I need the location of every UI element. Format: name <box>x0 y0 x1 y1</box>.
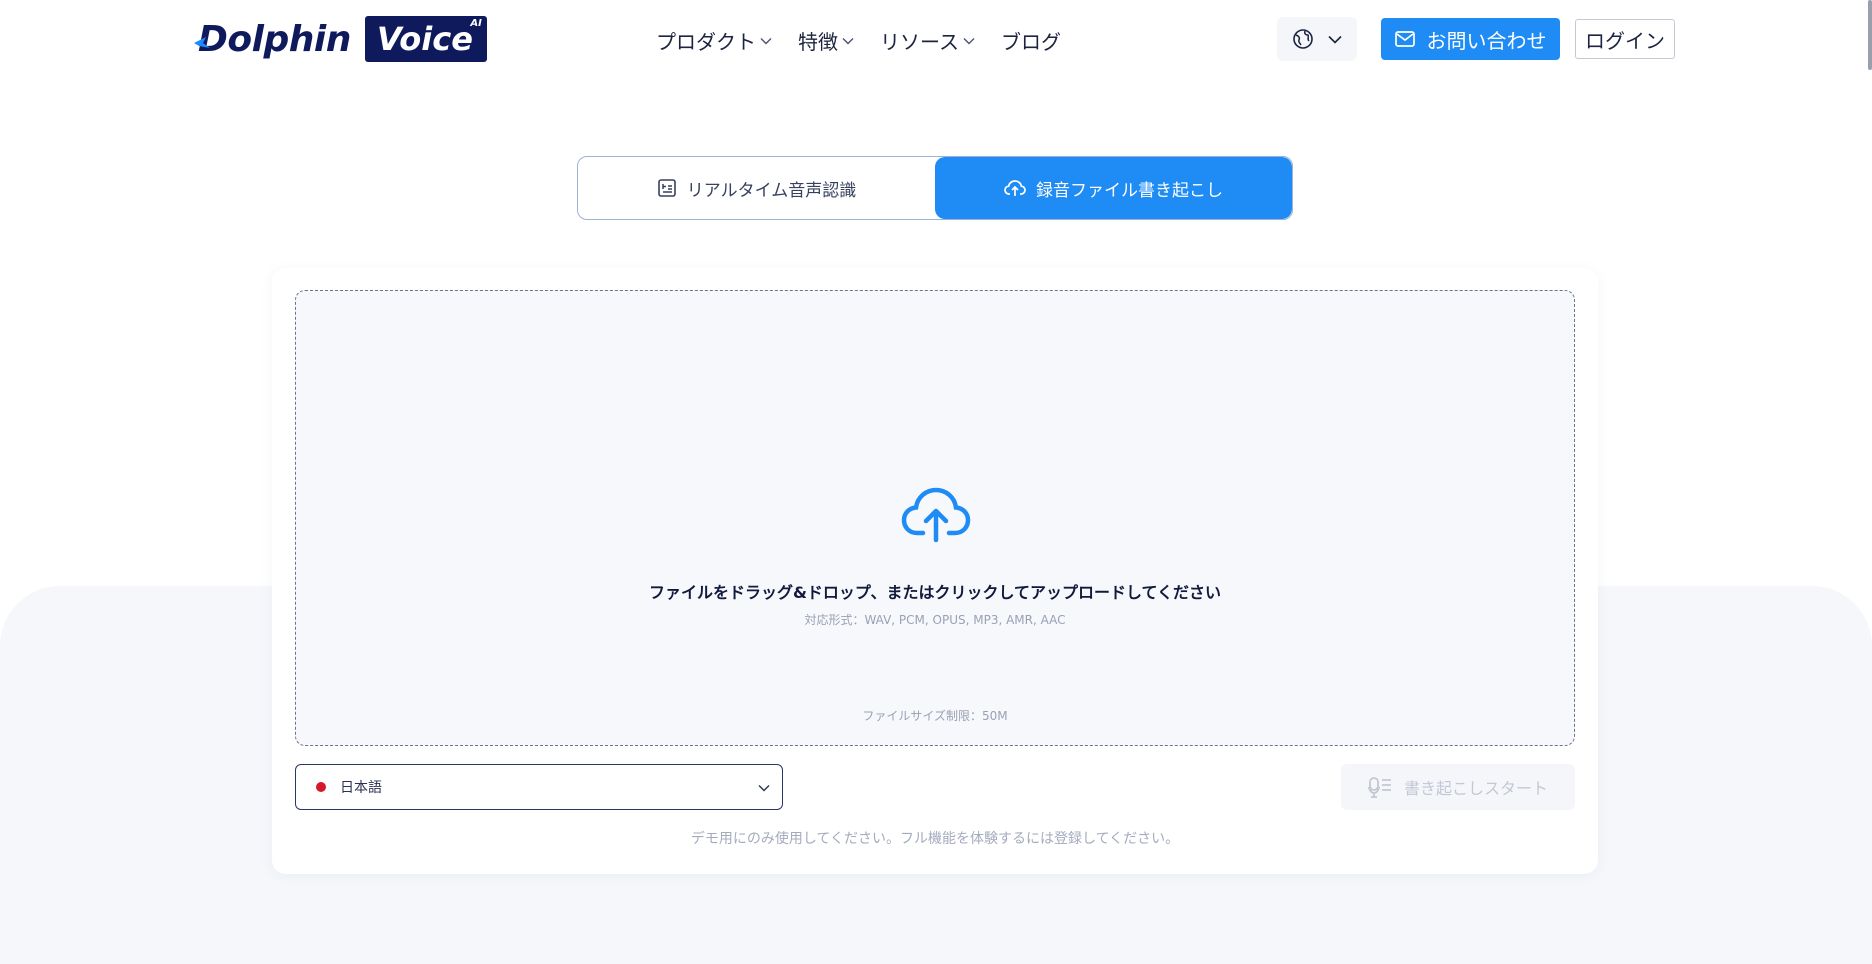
globe-icon <box>1293 29 1313 49</box>
chevron-down-icon <box>758 785 770 792</box>
nav-item-resources[interactable]: リソース <box>880 26 975 55</box>
start-transcription-button[interactable]: 書き起こしスタート <box>1341 764 1575 810</box>
file-dropzone[interactable]: ファイルをドラッグ&ドロップ、またはクリックしてアップロードしてください 対応形… <box>295 290 1575 746</box>
logo-ai-mark: AI <box>470 18 482 29</box>
dropzone-title: ファイルをドラッグ&ドロップ、またはクリックしてアップロードしてください <box>648 583 1222 602</box>
tab-label: 録音ファイル書き起こし <box>1036 180 1223 201</box>
demo-notice: デモ用にのみ使用してください。フル機能を体験するには登録してください。 <box>690 831 1180 847</box>
file-size-limit: ファイルサイズ制限：50M <box>862 709 1008 723</box>
nav-label: 特徴 <box>798 30 838 54</box>
contact-label: お問い合わせ <box>1426 28 1547 53</box>
logo-voice-badge: Voice AI <box>364 16 487 62</box>
start-button-label: 書き起こしスタート <box>1403 779 1548 798</box>
nav-item-blog[interactable]: ブログ <box>1001 26 1061 55</box>
chevron-down-icon <box>963 37 975 44</box>
dolphin-fin-icon <box>194 36 210 48</box>
transcription-card: ファイルをドラッグ&ドロップ、またはクリックしてアップロードしてください 対応形… <box>272 268 1598 874</box>
chevron-down-icon <box>1328 35 1342 44</box>
contact-button[interactable]: お問い合わせ <box>1381 18 1560 60</box>
logo-dolphin-text: Dolphin <box>194 19 351 60</box>
nav-label: リソース <box>880 30 959 54</box>
transcript-icon <box>657 179 676 197</box>
language-select[interactable]: 日本語 <box>295 764 783 810</box>
site-header: Dolphin Voice AI プロダクト 特徴 リソース ブログ お問い合わ… <box>0 0 1872 80</box>
cloud-upload-icon <box>901 487 971 543</box>
main-nav: プロダクト 特徴 リソース ブログ <box>656 26 1087 55</box>
nav-item-products[interactable]: プロダクト <box>656 26 772 55</box>
login-label: ログイン <box>1585 28 1665 53</box>
chevron-down-icon <box>842 37 854 44</box>
nav-label: ブログ <box>1001 30 1061 54</box>
tab-file-transcription[interactable]: 録音ファイル書き起こし <box>935 157 1292 219</box>
chevron-down-icon <box>760 37 772 44</box>
tab-realtime-recognition[interactable]: リアルタイム音声認識 <box>578 157 935 219</box>
login-button[interactable]: ログイン <box>1575 19 1675 59</box>
nav-item-features[interactable]: 特徴 <box>798 26 854 55</box>
mail-icon <box>1394 31 1415 47</box>
voice-transcribe-icon <box>1367 777 1391 798</box>
nav-label: プロダクト <box>656 30 756 54</box>
tab-label: リアルタイム音声認識 <box>686 180 857 201</box>
dolphin-voice-logo[interactable]: Dolphin Voice AI <box>194 16 487 62</box>
supported-formats: 対応形式：WAV, PCM, OPUS, MP3, AMR, AAC <box>804 613 1066 627</box>
language-select-value: 日本語 <box>340 780 382 796</box>
mode-toggle: リアルタイム音声認識 録音ファイル書き起こし <box>577 156 1293 220</box>
japan-flag-icon <box>316 782 326 792</box>
cloud-upload-icon <box>1004 180 1026 196</box>
language-switcher-button[interactable] <box>1277 17 1357 61</box>
